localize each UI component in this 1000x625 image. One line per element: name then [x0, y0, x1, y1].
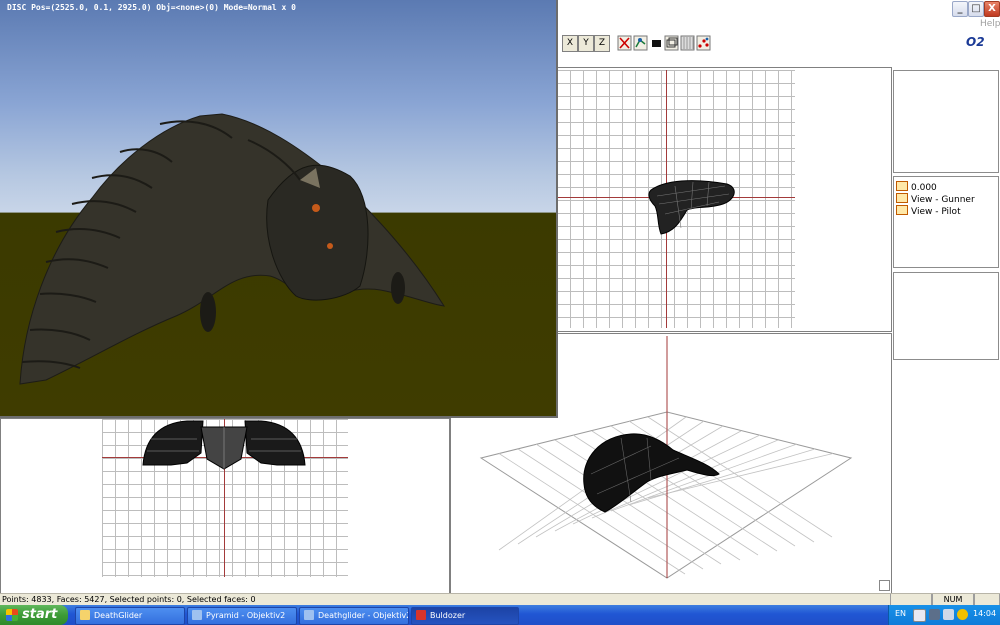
panel-empty-top [893, 70, 999, 173]
lod-item[interactable]: View - Gunner [896, 193, 975, 205]
buldozer-render-window[interactable]: DISC Pos=(2525.0, 0.1, 2925.0) Obj=<none… [0, 0, 558, 418]
lod-list-panel: 0.000 View - Gunner View - Pilot [893, 176, 999, 268]
clock: 14:04 [973, 609, 997, 618]
buldozer-icon [416, 610, 426, 620]
move-points-icon[interactable] [633, 35, 648, 51]
solid-fill-icon[interactable] [649, 35, 664, 51]
grid-toggle-icon[interactable] [680, 35, 695, 51]
taskbar-item-deathglider-folder[interactable]: DeathGlider [75, 607, 185, 625]
network-icon[interactable] [943, 609, 954, 620]
lod-item-label: View - Pilot [911, 207, 961, 217]
task-label: DeathGlider [94, 611, 143, 620]
wireframe-model-front [142, 420, 306, 470]
objektiv-icon [304, 610, 314, 620]
lod-item-label: View - Gunner [911, 195, 975, 205]
task-label: Pyramid - Objektiv2 [206, 611, 286, 620]
minimize-button[interactable]: _ [952, 1, 968, 17]
folder-icon [80, 610, 90, 620]
start-label: start [22, 607, 58, 622]
help-menu[interactable]: Help [980, 19, 1000, 29]
lod-item[interactable]: 0.000 [896, 181, 937, 193]
task-label: Deathglider - Objektiv2 [318, 611, 409, 620]
help-icon[interactable] [913, 609, 926, 622]
start-button[interactable]: start [0, 605, 68, 625]
lod-tag-icon [896, 193, 908, 203]
faces-icon[interactable] [664, 35, 679, 51]
wireframe-model-top [648, 180, 735, 235]
objektiv-logo: O2 [966, 35, 985, 49]
taskbar-item-buldozer[interactable]: Buldozer [411, 607, 519, 625]
language-indicator[interactable]: EN [895, 609, 906, 618]
lod-tag-icon [896, 181, 908, 191]
axis-x-button[interactable]: X [562, 35, 578, 52]
taskbar: start DeathGlider Pyramid - Objektiv2 De… [0, 605, 1000, 625]
tray-icon[interactable] [929, 609, 940, 620]
lod-item-label: 0.000 [911, 183, 937, 193]
axis-y-button[interactable]: Y [578, 35, 594, 52]
death-glider-model [19, 113, 445, 385]
scatter-points-icon[interactable] [696, 35, 711, 51]
resize-corner[interactable] [879, 580, 890, 591]
selection-cross-icon[interactable] [617, 35, 632, 51]
viewport-front[interactable] [0, 418, 450, 594]
lod-item[interactable]: View - Pilot [896, 205, 961, 217]
toolbar: X Y Z [556, 32, 1000, 54]
close-button[interactable]: X [984, 1, 1000, 17]
maximize-button[interactable]: □ [968, 1, 984, 17]
tray-icon[interactable] [957, 609, 968, 620]
taskbar-item-pyramid-objektiv2[interactable]: Pyramid - Objektiv2 [187, 607, 297, 625]
taskbar-item-deathglider-objektiv2[interactable]: Deathglider - Objektiv2 [299, 607, 409, 625]
windows-flag-icon [6, 609, 18, 621]
viewport-top[interactable] [556, 67, 892, 332]
lod-tag-icon [896, 205, 908, 215]
objektiv-icon [192, 610, 202, 620]
axis-z-button[interactable]: Z [594, 35, 610, 52]
panel-empty-bottom [893, 272, 999, 360]
system-tray: EN 14:04 [888, 605, 1000, 625]
task-label: Buldozer [430, 611, 466, 620]
